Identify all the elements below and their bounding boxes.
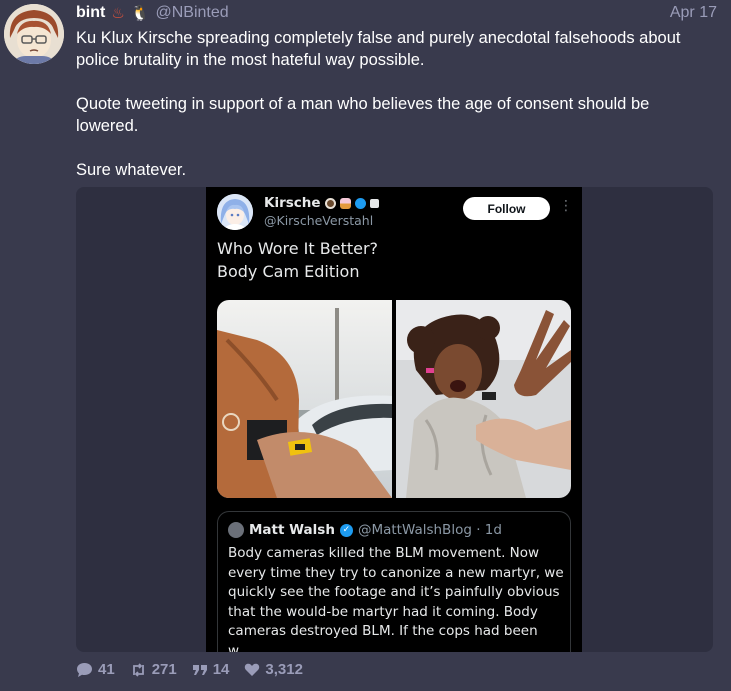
quote-marks-icon [192,664,207,675]
hot-springs-emoji: ♨ [111,5,125,22]
embedded-tweet-screenshot: Kirsche @KirscheVerstahl Follow ⋮ Who Wo… [206,187,582,652]
boost-action[interactable]: 271 [130,661,177,678]
quote-count: 14 [212,661,230,678]
quote-action[interactable]: 14 [192,661,230,678]
heart-icon [245,663,260,676]
embedded-text-line: Who Wore It Better? [217,239,379,258]
cupcake-emoji-icon [339,197,351,209]
embedded-avatar [217,194,253,230]
follow-button: Follow [463,197,550,220]
like-count: 3,312 [265,661,303,678]
embedded-tweet-text: Who Wore It Better? Body Cam Edition [217,237,567,283]
quoted-display-name: Matt Walsh [249,522,335,538]
like-action[interactable]: 3,312 [244,661,303,678]
penguin-emoji: 🐧 [130,5,150,22]
post-paragraph: Ku Klux Kirsche spreading completely fal… [76,29,681,69]
post-paragraph: Quote tweeting in support of a man who b… [76,95,650,135]
coconut-emoji-icon [324,197,336,209]
repost-icon [132,662,144,677]
verified-check-icon: ✓ [339,523,353,537]
quoted-text: Body cameras killed the BLM movement. No… [228,545,564,652]
embedded-name-row: Kirsche [264,195,379,211]
more-options-icon: ⋮ [559,198,573,214]
post-actions: 41 271 14 3,312 [76,661,303,678]
avatar[interactable] [4,4,64,64]
embedded-text-line: Body Cam Edition [217,262,360,281]
verified-badge-icon [354,197,366,209]
reply-count: 41 [98,661,115,678]
quoted-handle: @MattWalshBlog · 1d [357,522,502,538]
display-name[interactable]: bint [76,4,105,22]
speech-bubble-icon [77,662,92,677]
quoted-avatar [228,522,244,538]
boost-count: 271 [151,661,177,678]
quoted-tweet: Matt Walsh ✓ @MattWalshBlog · 1d Body ca… [217,511,571,652]
account-badge-icon [369,198,379,208]
post-body: Ku Klux Kirsche spreading completely fal… [76,27,716,203]
bodycam-photo-right [396,300,571,498]
user-handle[interactable]: @NBinted [155,4,228,22]
post-date[interactable]: Apr 17 [670,4,717,22]
embedded-handle: @KirscheVerstahl [264,213,374,228]
quoted-header: Matt Walsh ✓ @MattWalshBlog · 1d [228,522,502,538]
media-attachment[interactable]: Kirsche @KirscheVerstahl Follow ⋮ Who Wo… [76,187,713,652]
post-paragraph: Sure whatever. [76,161,187,179]
reply-action[interactable]: 41 [76,661,115,678]
bodycam-photo-left [217,300,392,498]
post-header: bint ♨ 🐧 @NBinted Apr 17 [76,2,717,24]
embedded-display-name: Kirsche [264,195,321,211]
